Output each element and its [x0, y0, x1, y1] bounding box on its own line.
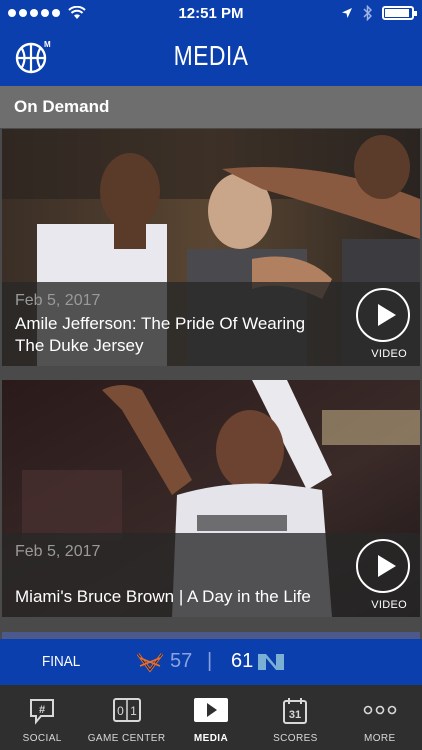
- video-card[interactable]: Feb 5, 2017 Amile Jefferson: The Pride O…: [2, 129, 420, 366]
- tab-label: SOCIAL: [22, 733, 62, 744]
- hashtag-bubble-icon: #: [30, 699, 55, 725]
- play-button-icon[interactable]: [356, 288, 410, 342]
- card-headline[interactable]: Miami's Bruce Brown | A Day in the Life: [15, 586, 315, 608]
- calendar-icon: 31: [283, 698, 308, 724]
- tab-label: MORE: [364, 733, 396, 744]
- tab-game-center[interactable]: 0 1 GAME CENTER: [84, 685, 168, 750]
- bluetooth-icon: [363, 5, 372, 21]
- card-headline[interactable]: Amile Jefferson: The Pride Of Wearing Th…: [15, 313, 315, 357]
- away-score: 57: [170, 650, 193, 672]
- video-label: VIDEO: [371, 348, 407, 360]
- tab-label: SCORES: [273, 733, 318, 744]
- page-title: MEDIA: [173, 40, 249, 71]
- home-score: 61: [231, 650, 254, 672]
- tab-media[interactable]: MEDIA: [169, 685, 253, 750]
- location-arrow-icon: [342, 8, 352, 18]
- section-header: On Demand: [0, 86, 422, 128]
- card-date: Feb 5, 2017: [15, 543, 101, 560]
- video-label: VIDEO: [371, 599, 407, 611]
- tab-more[interactable]: MORE: [338, 685, 422, 750]
- video-card[interactable]: Feb 5, 2017 Miami's Bruce Brown | A Day …: [2, 380, 420, 617]
- svg-text:#: #: [39, 704, 45, 716]
- virginia-logo-icon: [136, 653, 164, 673]
- score-separator: |: [207, 650, 213, 672]
- battery-icon: [382, 6, 417, 20]
- tab-label: MEDIA: [193, 733, 229, 744]
- game-status: FINAL: [42, 653, 81, 670]
- svg-text:0: 0: [117, 704, 124, 718]
- tab-label: GAME CENTER: [87, 733, 166, 744]
- play-button-icon[interactable]: [356, 539, 410, 593]
- play-icon: [194, 698, 229, 722]
- score-ticker[interactable]: FINAL 57 | 61: [0, 639, 422, 685]
- status-right: [341, 5, 417, 21]
- tab-scores[interactable]: 31 SCORES: [253, 685, 337, 750]
- tab-social[interactable]: # SOCIAL: [0, 685, 84, 750]
- nav-bar: M MEDIA: [0, 28, 422, 86]
- svg-text:31: 31: [289, 709, 301, 721]
- tab-bar: # SOCIAL 0 1 GAME CENTER MEDIA 31 SCORES: [0, 685, 422, 750]
- scoreboard-icon: 0 1: [112, 698, 141, 722]
- more-icon: [363, 705, 397, 715]
- card-date: Feb 5, 2017: [15, 292, 101, 309]
- status-bar: 12:51 PM: [0, 0, 422, 28]
- unc-logo-icon: [258, 654, 284, 670]
- svg-text:1: 1: [130, 704, 137, 718]
